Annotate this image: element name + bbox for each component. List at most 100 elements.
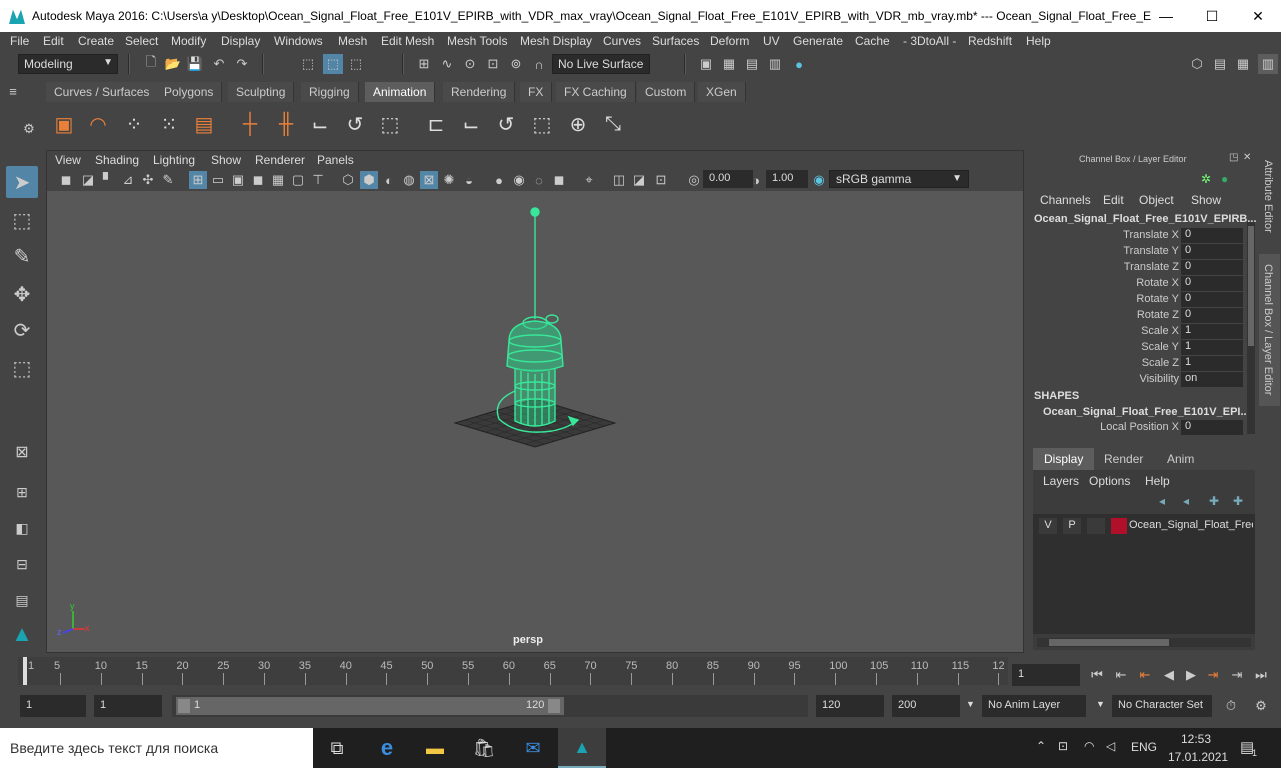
new-layer-selected-icon[interactable]: ✚ [1233,494,1243,508]
camera-select-icon[interactable]: ◼ [57,171,75,189]
go-to-end-icon[interactable]: ⏭ [1252,666,1270,684]
tab-curves-surfaces[interactable]: Curves / Surfaces [46,82,159,102]
select-object-icon[interactable]: ⬚ [323,54,343,74]
channel-value[interactable]: 0 [1181,276,1243,291]
channel-row[interactable]: Rotate X0 [1031,276,1243,292]
move-layer-down-icon[interactable]: ◂ [1183,494,1189,508]
wireframe-on-shaded-icon[interactable]: ◍ [400,171,418,189]
layer-type-toggle[interactable] [1087,518,1105,534]
2d-pan-icon[interactable]: ✣ [139,171,157,189]
play-backward-icon[interactable]: ◀ [1160,666,1178,684]
minimize-button[interactable]: — [1143,0,1189,32]
paint-select-icon[interactable]: ✎ [6,240,38,272]
layer-menu-help[interactable]: Help [1145,474,1170,488]
cb-menu-show[interactable]: Show [1191,193,1221,207]
time-slider[interactable]: 5 10 15 20 25 30 35 40 45 50 55 60 65 70 75 80 85 90 95 100… [18,655,1008,687]
channel-value[interactable]: 1 [1181,340,1243,355]
shadows-icon[interactable]: ◒ [460,171,478,189]
channel-value[interactable]: 1 [1181,356,1243,371]
close-button[interactable]: ✕ [1235,0,1281,32]
joint-icon[interactable]: ┼ [236,110,264,138]
chevron-down-icon[interactable]: ▼ [966,699,975,709]
field-chart-icon[interactable]: ▦ [269,171,287,189]
new-layer-icon[interactable]: ✚ [1209,494,1219,508]
color-management-icon[interactable]: ◉ [810,171,828,189]
shelf-settings-icon[interactable]: ⚙ [20,120,38,138]
edge-icon[interactable]: e [363,728,411,768]
step-back-frame-icon[interactable]: ⇤ [1136,666,1154,684]
redo-icon[interactable]: ↷ [233,55,251,73]
render-view-icon[interactable]: ▣ [697,55,715,73]
parent-constraint-icon[interactable]: ⊏ [422,110,450,138]
pole-vector-icon[interactable]: ⤡ [599,110,627,138]
grid-icon[interactable]: ⊞ [189,171,207,189]
rotate-tool-icon[interactable]: ⟳ [6,314,38,346]
tab-polygons[interactable]: Polygons [156,82,223,102]
tab-rendering[interactable]: Rendering [443,82,516,102]
channel-value[interactable]: 0 [1181,308,1243,323]
shape-name[interactable]: Ocean_Signal_Float_Free_E101V_EPI... [1043,406,1250,418]
select-hierarchy-icon[interactable]: ⬚ [299,55,317,73]
vp-menu-shading[interactable]: Shading [95,153,139,167]
current-time-marker[interactable] [23,657,27,685]
menu-display[interactable]: Display [221,34,260,48]
maya-m-icon[interactable]: ▲ [6,618,38,650]
gamma-field[interactable]: 1.00 [766,170,808,188]
attribute-editor-tab[interactable]: Attribute Editor [1262,160,1274,233]
menu-edit-mesh[interactable]: Edit Mesh [381,34,434,48]
channel-row[interactable]: Translate Z0 [1031,260,1243,276]
animation-prefs-icon[interactable]: ⚙ [1252,697,1270,715]
motion-blur-icon[interactable]: ◉ [510,171,528,189]
menu-select[interactable]: Select [125,34,158,48]
texture-icon[interactable]: ⊡ [652,171,670,189]
smooth-shade-icon[interactable]: ⬢ [360,171,378,189]
menu-mesh[interactable]: Mesh [338,34,367,48]
show-hidden-icons[interactable]: ⌃ [1036,739,1046,753]
channel-row[interactable]: Scale Z1 [1031,356,1243,372]
antialias-icon[interactable]: ◌ [530,171,548,189]
menu-mesh-display[interactable]: Mesh Display [520,34,592,48]
side-layout-icon[interactable]: ◧ [6,512,38,544]
float-icon[interactable]: ◳ [1229,152,1238,163]
playblast-icon[interactable]: ▣ [50,110,78,138]
image-plane-icon[interactable]: ⊿ [119,171,137,189]
open-scene-icon[interactable]: 📂 [164,55,182,73]
shelf-menu-icon[interactable]: ≡ [4,82,22,100]
aim-constraint-icon[interactable]: ⊕ [564,110,592,138]
anim-toggle-icon[interactable]: ● [1221,172,1228,186]
menu-cache[interactable]: Cache [855,34,890,48]
maximize-button[interactable]: ☐ [1189,0,1235,32]
channel-value[interactable]: 1 [1181,324,1243,339]
single-layout-icon[interactable]: ⊠ [6,436,38,468]
resolution-gate-icon[interactable]: ▣ [229,171,247,189]
layer-menu-layers[interactable]: Layers [1043,474,1079,488]
isolate-select-icon[interactable]: ⌖ [580,171,598,189]
ipr-render-icon[interactable]: ▤ [743,55,761,73]
layer-playback-toggle[interactable]: P [1063,518,1081,534]
xray-joints-icon[interactable]: ◫ [610,171,628,189]
channel-value[interactable]: 0 [1181,260,1243,275]
range-bar[interactable] [176,697,564,715]
tab-rigging[interactable]: Rigging [301,82,359,102]
save-scene-icon[interactable]: 💾 [186,55,204,73]
maya-taskbar-icon[interactable]: ▲ [558,728,606,768]
menu-help[interactable]: Help [1026,34,1051,48]
playback-start-field[interactable]: 1 [94,695,162,717]
network-status-icon[interactable]: ⊡ [1058,739,1068,753]
range-track[interactable]: 1 120 [172,695,808,717]
channel-box-toggle-icon[interactable]: ▥ [1258,54,1278,74]
layer-hscrollbar[interactable] [1037,638,1251,647]
channel-scrollbar[interactable] [1247,222,1255,434]
channel-row[interactable]: Rotate Y0 [1031,292,1243,308]
timeline-keys-icon[interactable]: ▤ [190,110,218,138]
mail-icon[interactable]: ✉ [509,728,557,768]
move-tool-icon[interactable]: ✥ [6,278,38,310]
snap-curve-icon[interactable]: ∿ [438,55,456,73]
animation-end-field[interactable]: 200 [892,695,960,717]
vp-menu-panels[interactable]: Panels [317,153,354,167]
modeling-toolkit-icon[interactable]: ⬡ [1188,55,1206,73]
layer-name[interactable]: Ocean_Signal_Float_Free [1129,519,1253,531]
menu-redshift[interactable]: Redshift [968,34,1012,48]
colorspace-dropdown[interactable]: sRGB gamma ▼ [829,170,969,188]
key-scale-icon[interactable]: ⬚ [376,110,404,138]
